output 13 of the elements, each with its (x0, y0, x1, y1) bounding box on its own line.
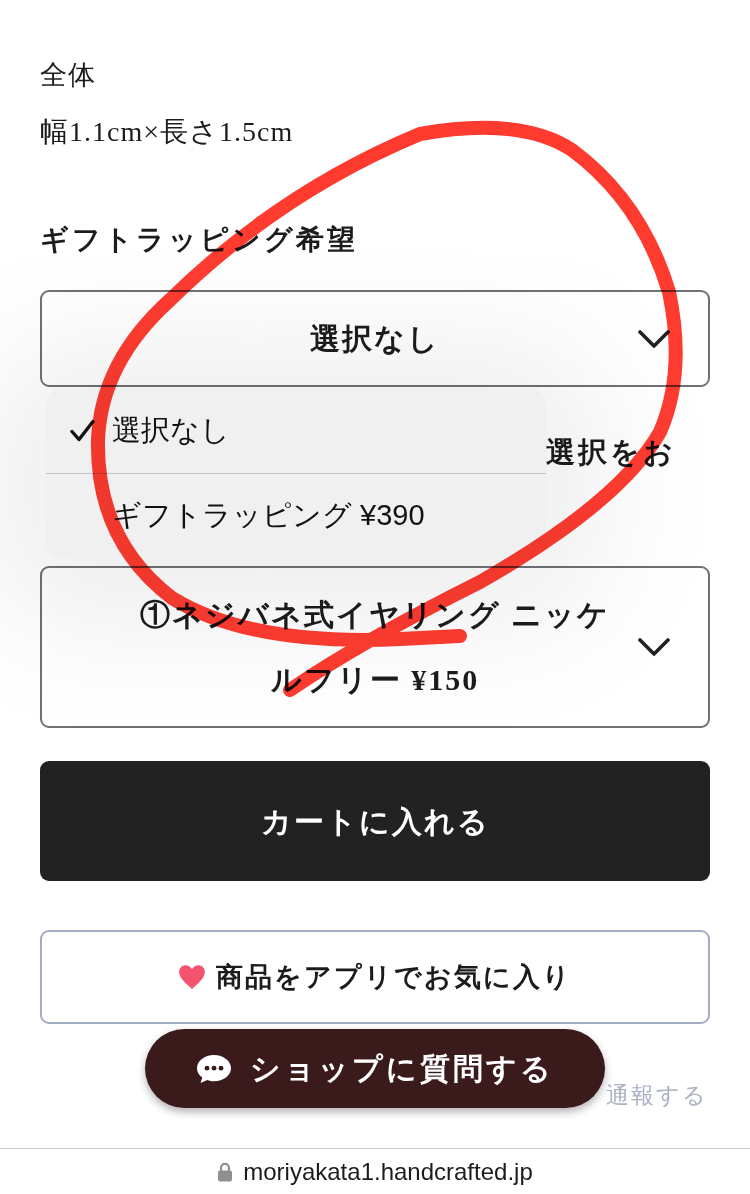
spec-value: 幅1.1cm×長さ1.5cm (40, 115, 295, 149)
ask-shop-button[interactable]: ショップに質問する (145, 1029, 605, 1108)
heart-icon (178, 964, 206, 990)
checkmark-icon (70, 419, 95, 442)
gift-wrap-select[interactable]: 選択なし (40, 290, 710, 387)
dropdown-option[interactable]: 選択なし (46, 388, 546, 473)
url-text: moriyakata1.handcrafted.jp (243, 1156, 533, 1187)
chevron-down-icon (638, 638, 670, 656)
favorite-button[interactable]: 商品をアプリでお気に入り (40, 930, 710, 1024)
chat-bubble-icon (196, 1053, 232, 1084)
spec-label: 全体 (40, 59, 97, 92)
add-to-cart-button[interactable]: カートに入れる (40, 761, 710, 881)
chevron-down-icon (638, 329, 670, 348)
